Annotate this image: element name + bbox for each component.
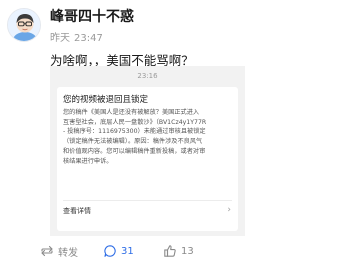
comment-icon: [104, 245, 116, 257]
repost-label: 转发: [58, 247, 78, 259]
username[interactable]: 峰哥四十不惑: [50, 9, 134, 26]
view-details-link: 查看详情: [63, 207, 91, 215]
notification-card: 您的视频被退回且锁定 您的稿件《美国人是还没有被解放？美国正式进入 互害型社会，…: [57, 87, 238, 231]
avatar-image: [8, 9, 40, 41]
notification-body-line: 和价值观内容。您可以编辑稿件重新投稿，或者对审: [63, 147, 206, 155]
like-count: 13: [181, 245, 194, 257]
repost-icon: [41, 245, 53, 257]
card-divider: [63, 200, 232, 201]
post-meta: 昨天 23:47: [50, 29, 107, 44]
post-time: 23:47: [74, 33, 103, 44]
post-date: 昨天: [50, 33, 70, 44]
repost-button[interactable]: 转发: [40, 241, 78, 261]
notification-body-line: 核结果进行申诉。: [63, 157, 113, 165]
notification-body-line: （锁定稿件无法被编辑）。原因：稿件涉及不良风气: [63, 138, 203, 146]
notification-title: 您的视频被退回且锁定: [63, 95, 149, 105]
attached-screenshot[interactable]: 23:16 您的视频被退回且锁定 您的稿件《美国人是还没有被解放？美国正式进入 …: [50, 66, 245, 236]
like-icon: [164, 245, 176, 257]
comment-button[interactable]: 31: [103, 241, 134, 261]
notification-body-line: 互害型社会，底层人民一盘散沙》（BV1Cz4y1Y77R: [63, 118, 207, 126]
like-button[interactable]: 13: [163, 241, 194, 261]
chevron-right-icon: ›: [227, 205, 231, 215]
comment-count: 31: [121, 245, 134, 257]
action-bar: 转发 31 13: [0, 241, 360, 261]
notification-body-line: 您的稿件《美国人是还没有被解放？美国正式进入: [63, 109, 200, 116]
notification-body: 您的稿件《美国人是还没有被解放？美国正式进入 互害型社会，底层人民一盘散沙》（B…: [63, 108, 233, 166]
screenshot-time: 23:16: [137, 72, 158, 80]
avatar[interactable]: [7, 8, 41, 42]
notification-body-line: - 投稿序号：111697530​0）未能通过审核且被锁定: [63, 128, 206, 136]
